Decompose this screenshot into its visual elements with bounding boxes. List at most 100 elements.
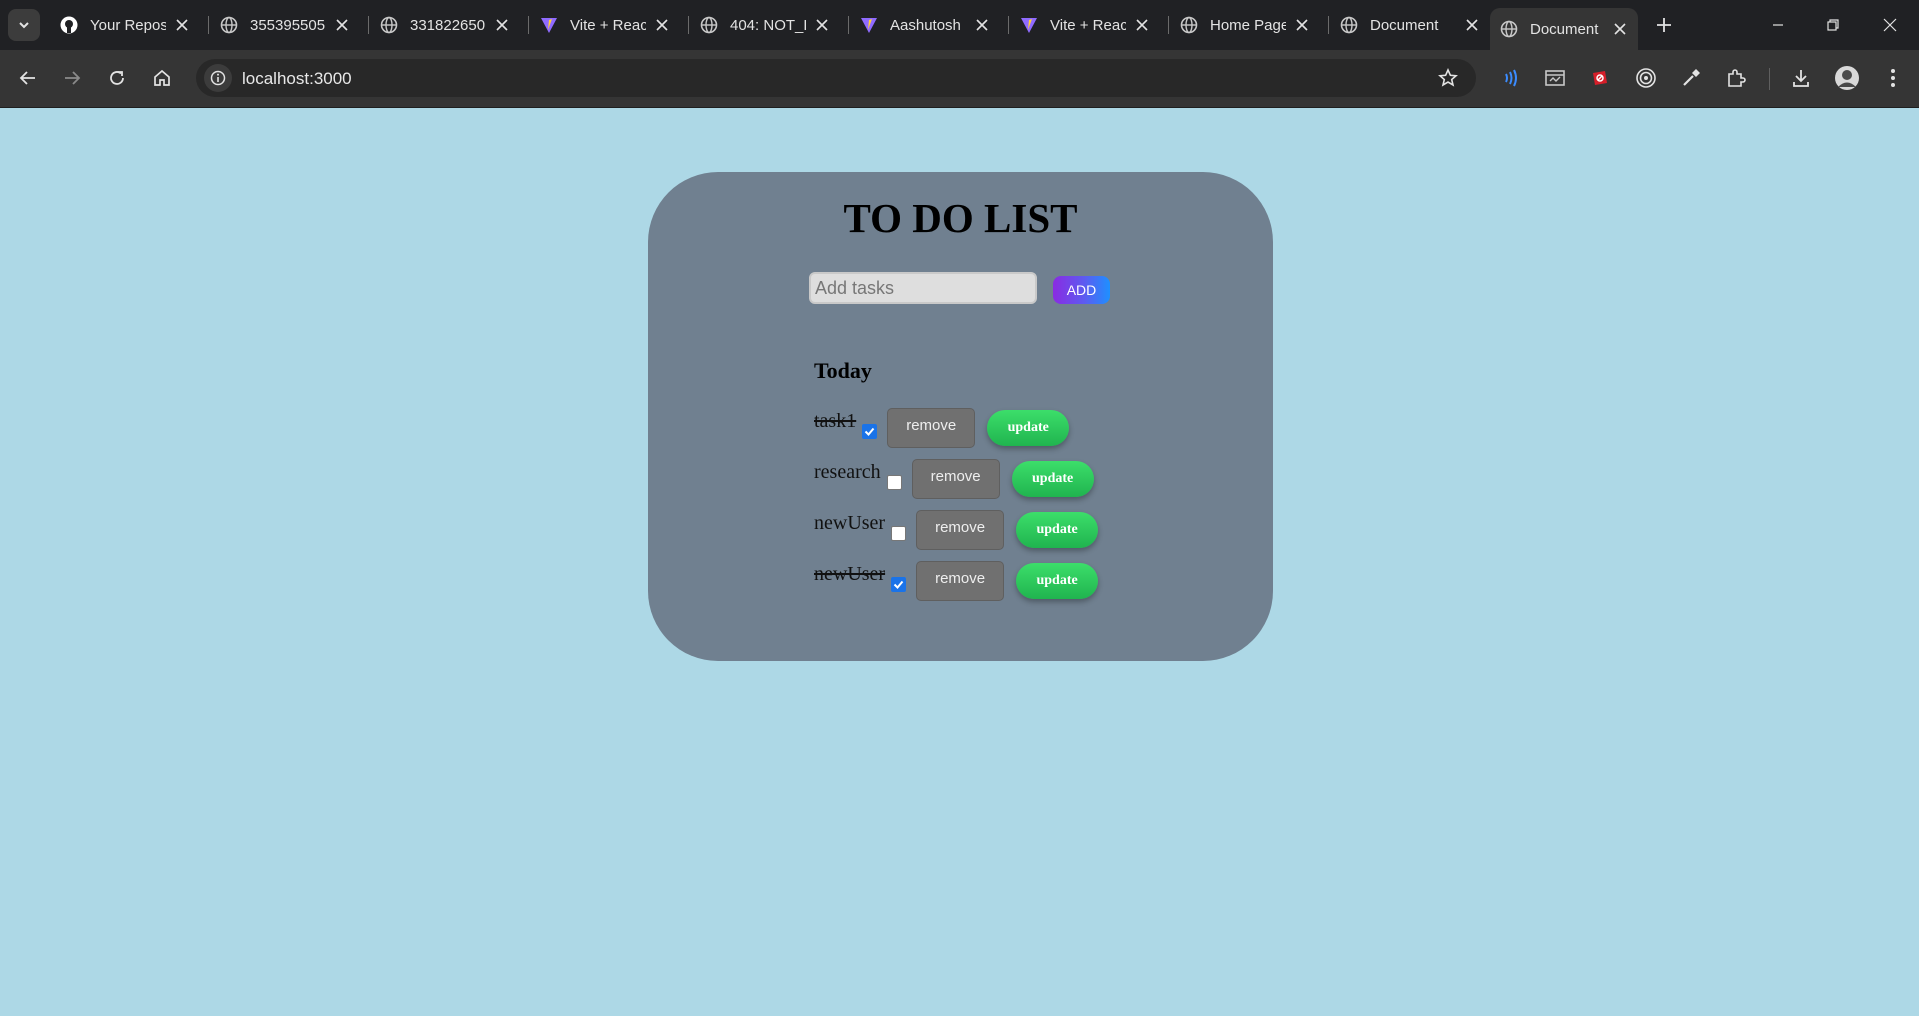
globe-icon <box>1500 20 1518 38</box>
close-icon[interactable] <box>1464 17 1480 33</box>
tab-aashutosh[interactable]: Aashutosh <box>850 8 1000 42</box>
close-icon[interactable] <box>1612 21 1628 37</box>
reload-button[interactable] <box>101 62 133 94</box>
address-bar[interactable]: localhost:3000 <box>196 59 1476 97</box>
tab-title: Your Repos <box>90 16 166 34</box>
downloads-icon[interactable] <box>1788 65 1814 91</box>
close-icon <box>1883 18 1897 32</box>
tab-title: Document <box>1530 20 1599 38</box>
minimize-button[interactable] <box>1763 10 1793 40</box>
home-button[interactable] <box>146 62 178 94</box>
tab-vite-react-2[interactable]: Vite + React <box>1010 8 1160 42</box>
plus-icon <box>1657 18 1671 32</box>
tab-your-repos[interactable]: Your Repos <box>50 8 200 42</box>
tab-document-active[interactable]: Document <box>1490 8 1638 50</box>
close-icon[interactable] <box>1294 17 1310 33</box>
browser-toolbar: localhost:3000 <box>0 50 1919 108</box>
tab-331822650[interactable]: 331822650 <box>370 8 520 42</box>
task-row: task1 remove update <box>814 407 1070 449</box>
add-task-button[interactable]: ADD <box>1053 276 1110 304</box>
site-info-icon[interactable] <box>204 64 232 92</box>
update-button[interactable]: update <box>987 410 1070 446</box>
tab-title: Home Page <box>1210 16 1286 34</box>
task-checkbox[interactable] <box>886 474 902 490</box>
profile-avatar[interactable] <box>1834 65 1860 91</box>
remove-button[interactable]: remove <box>887 408 976 448</box>
forward-button[interactable] <box>56 62 88 94</box>
arrow-left-icon <box>19 71 35 85</box>
task-checkbox[interactable] <box>862 423 878 439</box>
reload-icon <box>110 71 124 85</box>
todo-card: TO DO LIST ADD Today task1 remove update… <box>648 172 1273 661</box>
close-icon[interactable] <box>494 17 510 33</box>
tab-search-button[interactable] <box>8 9 40 41</box>
update-button[interactable]: update <box>1016 563 1099 599</box>
globe-icon <box>700 16 718 34</box>
tab-355395505[interactable]: 355395505 <box>210 8 360 42</box>
target-extension-icon[interactable] <box>1633 65 1659 91</box>
restore-button[interactable] <box>1818 10 1848 40</box>
toolbar-divider <box>1769 68 1770 90</box>
remove-button[interactable]: remove <box>916 561 1005 601</box>
bookmark-star-icon[interactable] <box>1438 68 1458 88</box>
tab-title: 355395505 <box>250 16 326 34</box>
restore-icon <box>1827 19 1839 31</box>
chevron-down-icon <box>19 22 29 29</box>
update-button[interactable]: update <box>1016 512 1099 548</box>
new-tab-button[interactable] <box>1652 13 1676 37</box>
close-icon[interactable] <box>814 17 830 33</box>
remove-button[interactable]: remove <box>916 510 1005 550</box>
remove-button[interactable]: remove <box>911 459 1000 499</box>
tab-divider <box>1168 16 1169 34</box>
task-row: newUser remove update <box>814 509 1099 551</box>
tab-divider <box>208 16 209 34</box>
tab-title: 331822650 <box>410 16 486 34</box>
close-icon[interactable] <box>654 17 670 33</box>
page-title: TO DO LIST <box>843 195 1078 241</box>
task-checkbox[interactable] <box>891 576 907 592</box>
tab-vite-react[interactable]: Vite + React <box>530 8 680 42</box>
close-window-button[interactable] <box>1875 10 1905 40</box>
close-icon[interactable] <box>334 17 350 33</box>
close-icon[interactable] <box>174 17 190 33</box>
home-icon <box>154 69 170 86</box>
close-icon[interactable] <box>1134 17 1150 33</box>
task-label: research <box>814 460 881 483</box>
vite-icon <box>860 16 878 34</box>
close-icon[interactable] <box>974 17 990 33</box>
puzzle-extensions-icon[interactable] <box>1723 65 1749 91</box>
read-aloud-extension-icon[interactable] <box>1497 65 1523 91</box>
task-label: newUser <box>814 511 886 534</box>
color-picker-extension-icon[interactable] <box>1678 65 1704 91</box>
tab-strip: Your Repos 355395505 331822650 Vite + Re… <box>0 0 1919 50</box>
tab-document[interactable]: Document <box>1330 8 1490 42</box>
task-checkbox[interactable] <box>891 525 907 541</box>
arrow-right-icon <box>65 71 81 85</box>
vite-icon <box>1020 16 1038 34</box>
vite-icon <box>540 16 558 34</box>
tab-divider <box>368 16 369 34</box>
blocker-extension-icon[interactable] <box>1587 65 1613 91</box>
globe-icon <box>1340 16 1358 34</box>
tab-home-page[interactable]: Home Page <box>1170 8 1320 42</box>
tab-title: Document <box>1370 16 1439 34</box>
tab-404-not-found[interactable]: 404: NOT_F <box>690 8 840 42</box>
tab-divider <box>688 16 689 34</box>
add-task-input[interactable] <box>809 272 1037 304</box>
globe-icon <box>1180 16 1198 34</box>
url-text[interactable]: localhost:3000 <box>242 69 352 89</box>
checkmark-icon <box>865 427 875 436</box>
tab-title: Vite + React <box>1050 16 1126 34</box>
task-label: newUser <box>814 562 886 585</box>
tab-divider <box>1328 16 1329 34</box>
tab-divider <box>1008 16 1009 34</box>
globe-icon <box>380 16 398 34</box>
screen-capture-extension-icon[interactable] <box>1542 65 1568 91</box>
update-button[interactable]: update <box>1011 461 1094 497</box>
back-button[interactable] <box>12 62 44 94</box>
task-label: task1 <box>814 409 857 432</box>
globe-icon <box>220 16 238 34</box>
tab-divider <box>848 16 849 34</box>
github-icon <box>60 16 78 34</box>
menu-dots-icon[interactable] <box>1880 65 1906 91</box>
